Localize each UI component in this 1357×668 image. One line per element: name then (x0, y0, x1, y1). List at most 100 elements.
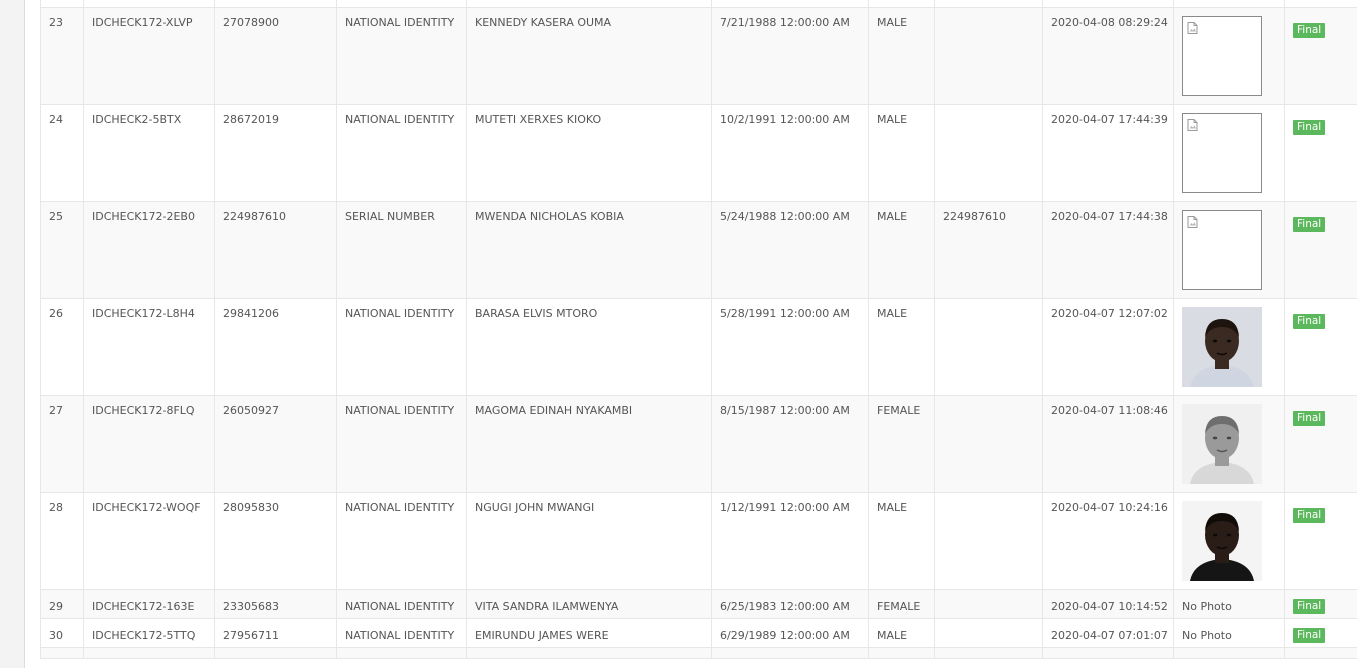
name-cell: KENNEDY KASERA OUMA (466, 7, 712, 105)
dob-cell: 6/29/1989 12:00:00 AM (711, 618, 869, 648)
id-number-cell-text: 224987610 (223, 210, 286, 223)
id-number-cell-text: 26050927 (223, 404, 279, 417)
photo-cell (1173, 298, 1285, 396)
id-photo[interactable] (1182, 404, 1262, 484)
id-type-cell: NATIONAL IDENTITY (336, 7, 467, 105)
broken-image-icon (1187, 216, 1198, 228)
id-number-cell: 26050927 (214, 395, 337, 493)
row-number-text: 30 (49, 629, 63, 642)
date-cell-text: 2020-04-07 17:44:38 (1051, 210, 1168, 223)
name-cell-text: BARASA ELVIS MTORO (475, 307, 598, 320)
dob-cell: 5/24/1988 12:00:00 AM (711, 201, 869, 299)
dob-cell: 10/2/1991 12:00:00 AM (711, 104, 869, 202)
serial-cell: 224987610 (934, 201, 1043, 299)
reference-cell: IDCHECK2-5BTX (83, 104, 215, 202)
photo-placeholder[interactable] (1182, 113, 1262, 193)
id-photo[interactable] (1182, 307, 1262, 387)
photo-cell (1173, 104, 1285, 202)
reference-cell: IDCHECK172-2EB0 (83, 201, 215, 299)
status-cell: Final (1284, 589, 1357, 619)
name-cell-text: KENNEDY KASERA OUMA (475, 16, 612, 29)
table-row[interactable]: 28 IDCHECK172-WOQF 28095830 NATIONAL IDENTI… (40, 492, 1357, 590)
dob-cell-text: 6/29/1989 12:00:00 AM (720, 629, 850, 642)
status-cell: Final (1284, 492, 1357, 590)
id-type-cell-text: NATIONAL IDENTITY (345, 16, 455, 29)
dob-cell: 1/12/1991 12:00:00 AM (711, 492, 869, 590)
serial-cell (934, 395, 1043, 493)
name-cell: MWENDA NICHOLAS KOBIA (466, 201, 712, 299)
table-row[interactable]: 24 IDCHECK2-5BTX 28672019 NATIONAL IDENTITY… (40, 104, 1357, 202)
date-cell-text: 2020-04-07 17:44:39 (1051, 113, 1168, 126)
photo-cell (1173, 201, 1285, 299)
status-badge: Final (1293, 120, 1326, 135)
status-cell: Final (1284, 7, 1357, 105)
id-number-cell-text: 29841206 (223, 307, 279, 320)
no-photo-text: No Photo (1182, 629, 1232, 642)
row-number: 28 (40, 492, 84, 590)
id-number-cell: 29841206 (214, 298, 337, 396)
table-row[interactable]: 26 IDCHECK172-L8H4 29841206 NATIONAL IDENTI… (40, 298, 1357, 396)
dob-cell: 8/15/1987 12:00:00 AM (711, 395, 869, 493)
id-photo[interactable] (1182, 501, 1262, 581)
left-sidebar-rail (0, 0, 25, 668)
records-table: 23 IDCHECK172-XLVP 27078900 NATIONAL IDENTI… (40, 0, 1357, 659)
id-number-cell-text: 27078900 (223, 16, 279, 29)
row-number-text: 26 (49, 307, 63, 320)
serial-cell (934, 7, 1043, 105)
id-type-cell-text: NATIONAL IDENTITY (345, 629, 455, 642)
status-badge: Final (1293, 411, 1326, 426)
gender-cell: MALE (868, 7, 935, 105)
status-badge: Final (1293, 508, 1326, 523)
status-badge: Final (1293, 217, 1326, 232)
reference-cell-text: IDCHECK172-5TTQ (92, 629, 196, 642)
reference-cell: IDCHECK172-5TTQ (83, 618, 215, 648)
row-number: 24 (40, 104, 84, 202)
id-type-cell: NATIONAL IDENTITY (336, 492, 467, 590)
name-cell: BARASA ELVIS MTORO (466, 298, 712, 396)
row-number-text: 24 (49, 113, 63, 126)
id-type-cell: NATIONAL IDENTITY (336, 298, 467, 396)
photo-placeholder[interactable] (1182, 210, 1262, 290)
dob-cell-text: 8/15/1987 12:00:00 AM (720, 404, 850, 417)
serial-cell (934, 618, 1043, 648)
status-cell: Final (1284, 618, 1357, 648)
id-type-cell: NATIONAL IDENTITY (336, 104, 467, 202)
row-number-text: 25 (49, 210, 63, 223)
date-cell-text: 2020-04-07 10:14:52 (1051, 600, 1168, 613)
table-row[interactable]: 25 IDCHECK172-2EB0 224987610 SERIAL NUMBER M… (40, 201, 1357, 299)
date-cell: 2020-04-07 11:08:46 (1042, 395, 1174, 493)
id-type-cell-text: NATIONAL IDENTITY (345, 113, 455, 126)
name-cell-text: NGUGI JOHN MWANGI (475, 501, 595, 514)
id-number-cell: 23305683 (214, 589, 337, 619)
row-number: 23 (40, 7, 84, 105)
table-row[interactable]: 23 IDCHECK172-XLVP 27078900 NATIONAL IDENTI… (40, 7, 1357, 105)
id-number-cell-text: 28672019 (223, 113, 279, 126)
dob-cell-text: 10/2/1991 12:00:00 AM (720, 113, 850, 126)
gender-cell-text: FEMALE (877, 404, 921, 417)
table-row-partial-top (40, 0, 1357, 8)
serial-cell (934, 589, 1043, 619)
gender-cell: MALE (868, 618, 935, 648)
name-cell: MAGOMA EDINAH NYAKAMBI (466, 395, 712, 493)
date-cell: 2020-04-07 10:24:16 (1042, 492, 1174, 590)
id-number-cell: 27078900 (214, 7, 337, 105)
gender-cell: MALE (868, 492, 935, 590)
table-row[interactable]: 29 IDCHECK172-163E 23305683 NATIONAL IDENTI… (40, 589, 1357, 619)
id-type-cell-text: NATIONAL IDENTITY (345, 501, 455, 514)
table-row[interactable]: 30 IDCHECK172-5TTQ 27956711 NATIONAL IDENTI… (40, 618, 1357, 648)
gender-cell: FEMALE (868, 589, 935, 619)
date-cell: 2020-04-07 12:07:02 (1042, 298, 1174, 396)
table-row[interactable]: 27 IDCHECK172-8FLQ 26050927 NATIONAL IDENTI… (40, 395, 1357, 493)
name-cell-text: EMIRUNDU JAMES WERE (475, 629, 609, 642)
status-badge: Final (1293, 23, 1326, 38)
id-type-cell: NATIONAL IDENTITY (336, 589, 467, 619)
reference-cell: IDCHECK172-XLVP (83, 7, 215, 105)
broken-image-icon (1187, 22, 1198, 34)
reference-cell: IDCHECK172-L8H4 (83, 298, 215, 396)
dob-cell-text: 5/24/1988 12:00:00 AM (720, 210, 850, 223)
records-panel: 23 IDCHECK172-XLVP 27078900 NATIONAL IDENTI… (25, 0, 1357, 668)
id-number-cell-text: 28095830 (223, 501, 279, 514)
photo-placeholder[interactable] (1182, 16, 1262, 96)
photo-cell: No Photo (1173, 618, 1285, 648)
gender-cell-text: FEMALE (877, 600, 921, 613)
